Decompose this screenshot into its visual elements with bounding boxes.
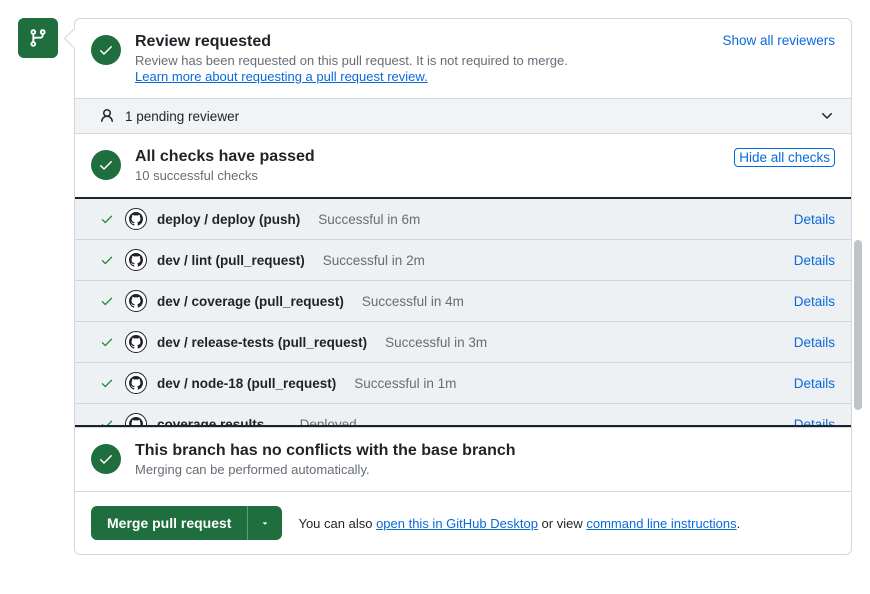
merge-dropdown-caret[interactable] — [247, 506, 282, 540]
check-name: coverage results — [157, 417, 264, 428]
check-success-icon — [99, 212, 115, 226]
check-details-link[interactable]: Details — [794, 335, 835, 350]
check-status: Successful in 4m — [362, 294, 464, 309]
check-details-link[interactable]: Details — [794, 376, 835, 391]
check-success-icon — [99, 335, 115, 349]
merge-pull-request-button[interactable]: Merge pull request — [91, 506, 282, 540]
merge-panel: Review requested Review has been request… — [74, 18, 852, 555]
success-icon — [91, 444, 121, 474]
review-section: Review requested Review has been request… — [75, 19, 851, 133]
check-row: dev / lint (pull_request) Successful in … — [75, 239, 851, 280]
conflicts-subtitle: Merging can be performed automatically. — [135, 462, 835, 477]
check-name: dev / lint (pull_request) — [157, 253, 305, 268]
check-details-link[interactable]: Details — [794, 294, 835, 309]
check-status: Successful in 2m — [323, 253, 425, 268]
checks-list[interactable]: deploy / deploy (push) Successful in 6m D… — [75, 197, 851, 427]
github-actions-icon — [125, 372, 147, 394]
check-name: dev / node-18 (pull_request) — [157, 376, 336, 391]
review-title: Review requested — [135, 33, 708, 51]
checks-section: All checks have passed 10 successful che… — [75, 133, 851, 427]
github-actions-icon — [125, 331, 147, 353]
github-actions-icon — [125, 290, 147, 312]
check-success-icon — [99, 253, 115, 267]
success-icon — [91, 35, 121, 65]
pending-reviewer-bar[interactable]: 1 pending reviewer — [75, 98, 851, 133]
cli-instructions-link[interactable]: command line instructions — [586, 516, 736, 531]
github-actions-icon — [125, 413, 147, 427]
conflicts-section: This branch has no conflicts with the ba… — [75, 427, 851, 491]
merge-hint-text: You can also open this in GitHub Desktop… — [298, 516, 740, 531]
merge-button-label: Merge pull request — [91, 506, 247, 540]
check-name: dev / coverage (pull_request) — [157, 294, 344, 309]
check-row: dev / release-tests (pull_request) Succe… — [75, 321, 851, 362]
check-row: coverage results — Deployed Details — [75, 403, 851, 427]
check-status: Successful in 6m — [318, 212, 420, 227]
check-details-link[interactable]: Details — [794, 417, 835, 428]
conflicts-title: This branch has no conflicts with the ba… — [135, 442, 835, 460]
scrollbar[interactable] — [854, 240, 862, 410]
check-status: Successful in 1m — [354, 376, 456, 391]
check-status: — Deployed — [282, 417, 356, 428]
check-name: deploy / deploy (push) — [157, 212, 300, 227]
check-row: dev / coverage (pull_request) Successful… — [75, 280, 851, 321]
hide-all-checks-link[interactable]: Hide all checks — [734, 148, 835, 167]
checks-title: All checks have passed — [135, 148, 720, 166]
check-row: deploy / deploy (push) Successful in 6m D… — [75, 199, 851, 239]
checks-subtitle: 10 successful checks — [135, 168, 720, 183]
learn-more-link[interactable]: Learn more about requesting a pull reque… — [135, 69, 428, 84]
check-row: dev / node-18 (pull_request) Successful … — [75, 362, 851, 403]
check-details-link[interactable]: Details — [794, 253, 835, 268]
chevron-down-icon — [819, 108, 835, 124]
github-actions-icon — [125, 208, 147, 230]
open-desktop-link[interactable]: open this in GitHub Desktop — [376, 516, 538, 531]
check-details-link[interactable]: Details — [794, 212, 835, 227]
git-branch-icon — [18, 18, 58, 58]
check-success-icon — [99, 417, 115, 427]
person-icon — [99, 108, 115, 124]
check-success-icon — [99, 376, 115, 390]
check-name: dev / release-tests (pull_request) — [157, 335, 367, 350]
show-all-reviewers-link[interactable]: Show all reviewers — [722, 33, 835, 48]
check-success-icon — [99, 294, 115, 308]
github-actions-icon — [125, 249, 147, 271]
merge-bar: Merge pull request You can also open thi… — [75, 491, 851, 554]
check-status: Successful in 3m — [385, 335, 487, 350]
review-subtitle: Review has been requested on this pull r… — [135, 53, 708, 68]
pending-reviewer-text: 1 pending reviewer — [125, 109, 239, 124]
success-icon — [91, 150, 121, 180]
